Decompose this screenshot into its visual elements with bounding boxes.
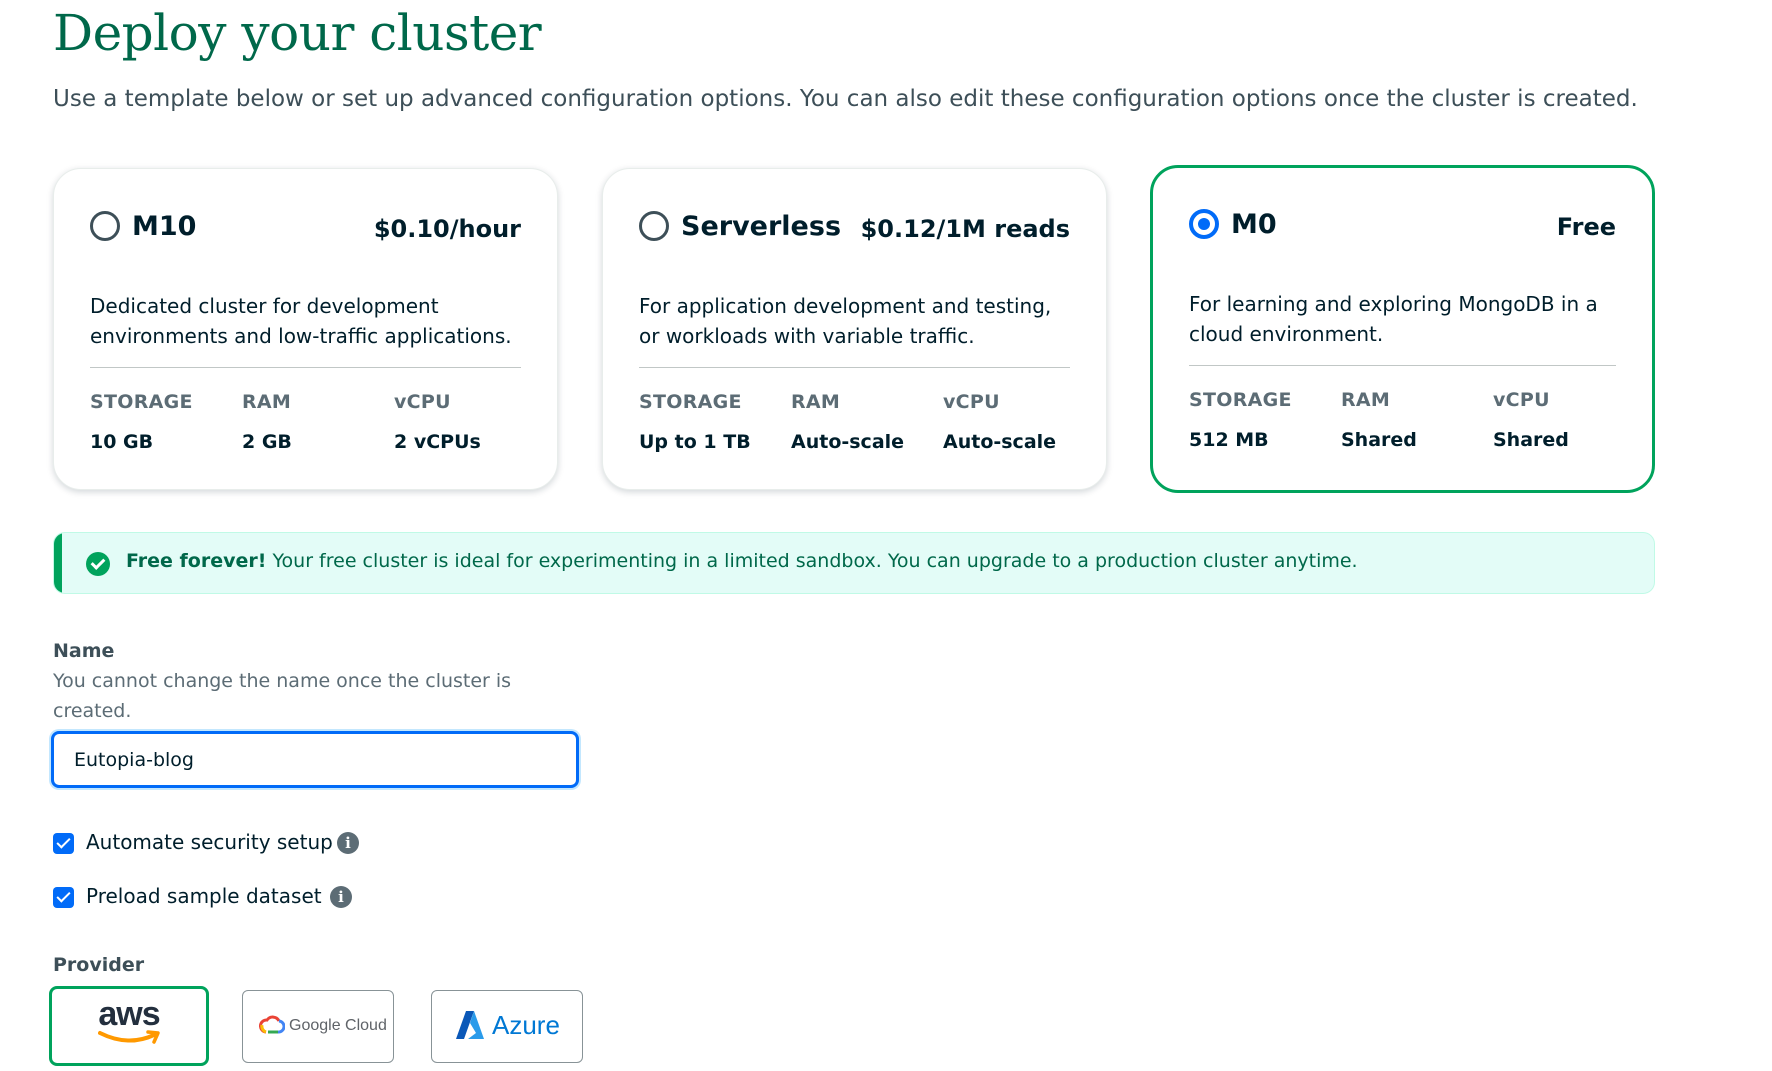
- spec-ram: RAM Auto-scale: [791, 391, 904, 453]
- spec-label: RAM: [1341, 389, 1391, 411]
- automate-security-checkbox[interactable]: [53, 833, 74, 854]
- tier-price: $0.12/1M reads: [860, 215, 1070, 243]
- tier-description: Dedicated cluster for development enviro…: [90, 294, 512, 348]
- spec-label: RAM: [242, 391, 292, 413]
- page-title: Deploy your cluster: [53, 4, 542, 62]
- card-divider: [639, 367, 1070, 368]
- spec-storage: STORAGE Up to 1 TB: [639, 391, 751, 453]
- google-cloud-logo: Google Cloud: [259, 1015, 387, 1039]
- banner-text: Free forever! Your free cluster is ideal…: [126, 550, 1358, 572]
- spec-label: STORAGE: [639, 391, 742, 413]
- banner-message: Your free cluster is ideal for experimen…: [266, 550, 1358, 572]
- spec-storage: STORAGE 512 MB: [1189, 389, 1292, 451]
- radio-m0[interactable]: [1189, 209, 1219, 239]
- info-icon[interactable]: i: [330, 886, 352, 908]
- tier-name: M10: [132, 211, 197, 242]
- provider-google-cloud-button[interactable]: Google Cloud: [242, 990, 394, 1063]
- spec-value: 512 MB: [1189, 429, 1269, 451]
- spec-ram: RAM Shared: [1341, 389, 1417, 451]
- tier-card-m0[interactable]: M0 Free For learning and exploring Mongo…: [1150, 165, 1655, 493]
- spec-ram: RAM 2 GB: [242, 391, 292, 453]
- azure-icon: [456, 1011, 484, 1039]
- spec-value: 2 GB: [242, 431, 292, 453]
- preload-sample-checkbox[interactable]: [53, 887, 74, 908]
- spec-label: vCPU: [394, 391, 451, 413]
- spec-value: 2 vCPUs: [394, 431, 481, 453]
- tier-price: Free: [1556, 213, 1616, 241]
- tier-card-serverless[interactable]: Serverless $0.12/1M reads For applicatio…: [602, 168, 1107, 490]
- radio-serverless[interactable]: [639, 211, 669, 241]
- tier-price: $0.10/hour: [373, 215, 521, 243]
- spec-label: vCPU: [1493, 389, 1550, 411]
- tier-name: M0: [1231, 209, 1277, 240]
- spec-value: Auto-scale: [943, 431, 1057, 453]
- azure-logo: Azure: [454, 1009, 560, 1043]
- preload-sample-option[interactable]: Preload sample dataset i: [53, 884, 373, 910]
- spec-value: Shared: [1341, 429, 1417, 451]
- aws-smile-icon: [98, 1030, 160, 1044]
- page-subtitle: Use a template below or set up advanced …: [53, 86, 1638, 112]
- info-icon[interactable]: i: [337, 832, 359, 854]
- free-tier-banner: Free forever! Your free cluster is ideal…: [53, 532, 1655, 594]
- spec-value: 10 GB: [90, 431, 154, 453]
- automate-security-option[interactable]: Automate security setup i: [53, 830, 373, 856]
- spec-vcpu: vCPU 2 vCPUs: [394, 391, 481, 453]
- spec-value: Shared: [1493, 429, 1569, 451]
- name-label: Name: [53, 640, 115, 662]
- spec-label: STORAGE: [1189, 389, 1292, 411]
- card-divider: [90, 367, 521, 368]
- provider-label: Provider: [53, 954, 145, 976]
- checkbox-label: Automate security setup: [86, 830, 333, 854]
- spec-label: STORAGE: [90, 391, 193, 413]
- spec-value: Auto-scale: [791, 431, 905, 453]
- check-circle-icon: [86, 552, 110, 576]
- spec-label: vCPU: [943, 391, 1000, 413]
- tier-name: Serverless: [681, 211, 842, 242]
- tier-card-m10[interactable]: M10 $0.10/hour Dedicated cluster for dev…: [53, 168, 558, 490]
- spec-vcpu: vCPU Shared: [1493, 389, 1569, 451]
- radio-m10[interactable]: [90, 211, 120, 241]
- name-help-text: You cannot change the name once the clus…: [53, 670, 512, 722]
- google-cloud-text: Google Cloud: [289, 1017, 387, 1034]
- tier-description: For learning and exploring MongoDB in a …: [1189, 292, 1598, 346]
- banner-accent-bar: [54, 533, 62, 593]
- provider-aws-button[interactable]: aws: [49, 986, 209, 1066]
- spec-label: RAM: [791, 391, 841, 413]
- google-cloud-icon: [259, 1015, 286, 1034]
- cluster-name-input[interactable]: [51, 731, 579, 788]
- banner-strong: Free forever!: [126, 550, 267, 572]
- spec-value: Up to 1 TB: [639, 431, 751, 453]
- card-divider: [1189, 365, 1616, 366]
- checkbox-label: Preload sample dataset: [86, 884, 322, 908]
- tier-description: For application development and testing,…: [639, 294, 1052, 348]
- spec-vcpu: vCPU Auto-scale: [943, 391, 1056, 453]
- spec-storage: STORAGE 10 GB: [90, 391, 193, 453]
- provider-azure-button[interactable]: Azure: [431, 990, 583, 1063]
- azure-text: Azure: [492, 1010, 560, 1040]
